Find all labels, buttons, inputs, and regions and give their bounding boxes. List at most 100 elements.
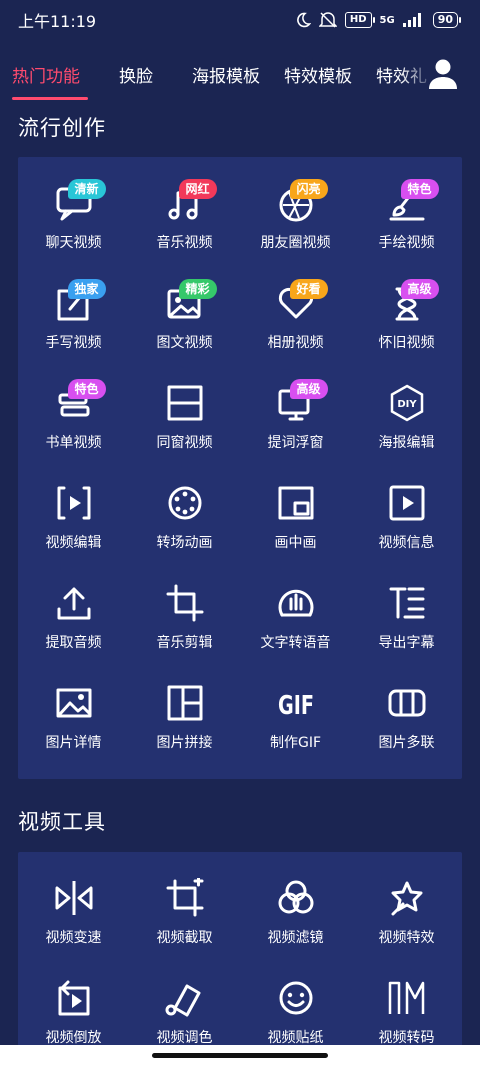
tool-label: 视频滤镜 <box>267 930 324 946</box>
tab-face-swap[interactable]: 换脸 <box>119 48 153 102</box>
tool-item[interactable]: 视频倒放 <box>18 952 129 1052</box>
tool-item[interactable]: 图片多联 <box>351 657 462 757</box>
tool-item[interactable]: 视频转码 <box>351 952 462 1052</box>
tool-icon-wrap <box>54 483 94 523</box>
trim-icon <box>166 878 203 917</box>
tool-item[interactable]: 视频滤镜 <box>240 852 351 952</box>
section-title-popular: 流行创作 <box>18 116 106 140</box>
tool-item[interactable]: DIY 海报编辑 <box>351 357 462 457</box>
split-window-icon <box>167 385 202 421</box>
tool-label: 手绘视频 <box>378 235 435 251</box>
tool-item[interactable]: 视频编辑 <box>18 457 129 557</box>
tool-item[interactable]: 提取音频 <box>18 557 129 657</box>
popular-panel: 清新 聊天视频 网红 音乐视频 闪亮 朋友圈视频 特色 手绘视频 独家 手写视频 精彩 图文视频 好看相… <box>18 157 462 779</box>
tool-item[interactable]: 闪亮朋友圈视频 <box>240 157 351 257</box>
tool-item[interactable]: 视频贴纸 <box>240 952 351 1052</box>
tool-icon-wrap <box>54 683 94 723</box>
tool-item[interactable]: 图片详情 <box>18 657 129 757</box>
tool-item[interactable]: 网红 音乐视频 <box>129 157 240 257</box>
tool-icon-wrap <box>276 878 316 918</box>
tool-item[interactable]: 独家 手写视频 <box>18 257 129 357</box>
navigation-bar <box>0 1045 480 1067</box>
pip-icon <box>278 486 313 520</box>
video-edit-icon <box>57 486 90 520</box>
tool-item[interactable]: 转场动画 <box>129 457 240 557</box>
tool-item[interactable]: 高级怀旧视频 <box>351 257 462 357</box>
tool-label: 视频倒放 <box>45 1030 102 1046</box>
tool-label: 朋友圈视频 <box>260 235 331 251</box>
home-indicator[interactable] <box>152 1053 328 1058</box>
color-icon <box>165 984 200 1017</box>
tool-icon-wrap <box>165 483 205 523</box>
tool-item[interactable]: GIF 制作GIF <box>240 657 351 757</box>
tab-effect-templates[interactable]: 特效模板 <box>284 48 352 102</box>
tool-label: 视频特效 <box>378 930 435 946</box>
speed-icon <box>55 881 92 915</box>
tool-item[interactable]: 特色书单视频 <box>18 357 129 457</box>
tool-item[interactable]: 视频调色 <box>129 952 240 1052</box>
tool-label: 制作GIF <box>269 735 322 751</box>
tool-label: 聊天视频 <box>45 235 102 251</box>
tool-item[interactable]: 好看 相册视频 <box>240 257 351 357</box>
tool-item[interactable]: 精彩 图文视频 <box>129 257 240 357</box>
tool-icon-wrap: 特色 <box>54 379 106 423</box>
tool-label: 文字转语音 <box>260 635 331 651</box>
user-profile-button[interactable] <box>428 58 458 90</box>
section-title-video-tools: 视频工具 <box>18 810 106 834</box>
tool-item[interactable]: 视频截取 <box>129 852 240 952</box>
feature-badge: 高级 <box>400 279 439 299</box>
tool-label: 提词浮窗 <box>267 435 324 451</box>
tool-label: 怀旧视频 <box>378 335 435 351</box>
tool-item[interactable]: 视频特效 <box>351 852 462 952</box>
tool-icon-wrap: 高级 <box>387 279 439 323</box>
tool-icon-wrap <box>54 878 94 918</box>
tool-label: 提取音频 <box>45 635 102 651</box>
tool-item[interactable]: 特色 手绘视频 <box>351 157 462 257</box>
tool-item[interactable]: 图片拼接 <box>129 657 240 757</box>
tool-item[interactable]: 画中画 <box>240 457 351 557</box>
feature-badge: 闪亮 <box>289 179 328 199</box>
mute-icon <box>318 12 337 28</box>
tool-label: 视频转码 <box>378 1030 435 1046</box>
status-time: 上午11:19 <box>18 12 97 31</box>
tool-item[interactable]: 视频信息 <box>351 457 462 557</box>
tool-item[interactable]: 清新聊天视频 <box>18 157 129 257</box>
feature-badge: 网红 <box>178 179 217 199</box>
tool-icon-wrap: DIY <box>387 383 427 423</box>
tool-icon-wrap <box>276 583 316 623</box>
tool-icon-wrap: 闪亮 <box>276 179 328 223</box>
diy-icon: DIY <box>390 384 423 422</box>
tool-icon-wrap <box>387 683 427 723</box>
svg-text:DIY: DIY <box>397 399 417 410</box>
tool-icon-wrap <box>54 978 94 1018</box>
tool-item[interactable]: 文字转语音 <box>240 557 351 657</box>
tool-item[interactable]: 高级 提词浮窗 <box>240 357 351 457</box>
tool-label: 视频信息 <box>378 535 435 551</box>
feature-badge: 清新 <box>67 179 106 199</box>
moon-icon <box>296 12 311 28</box>
feature-badge: 好看 <box>289 279 328 299</box>
tool-item[interactable]: 音乐剪辑 <box>129 557 240 657</box>
tool-item[interactable]: 视频变速 <box>18 852 129 952</box>
tool-label: 视频调色 <box>156 1030 213 1046</box>
tool-item[interactable]: 导出字幕 <box>351 557 462 657</box>
tool-icon-wrap <box>165 683 205 723</box>
tool-label: 图文视频 <box>156 335 213 351</box>
tool-label: 书单视频 <box>45 435 102 451</box>
tool-icon-wrap <box>276 483 316 523</box>
tool-icon-wrap: 清新 <box>54 179 106 223</box>
tool-label: 视频编辑 <box>45 535 102 551</box>
tool-icon-wrap <box>54 583 94 623</box>
tool-item[interactable]: 同窗视频 <box>129 357 240 457</box>
voice-icon <box>278 589 313 617</box>
tab-hot[interactable]: 热门功能 <box>12 48 88 102</box>
tool-icon-wrap: 独家 <box>54 279 106 323</box>
upload-icon <box>57 587 90 620</box>
feature-badge: 特色 <box>67 379 106 399</box>
tool-icon-wrap <box>387 878 427 918</box>
tab-poster-templates[interactable]: 海报模板 <box>192 48 260 102</box>
tool-icon-wrap: GIF <box>276 683 316 723</box>
collage-icon <box>167 685 202 721</box>
effect-icon <box>391 881 422 916</box>
tool-label: 转场动画 <box>156 535 213 551</box>
